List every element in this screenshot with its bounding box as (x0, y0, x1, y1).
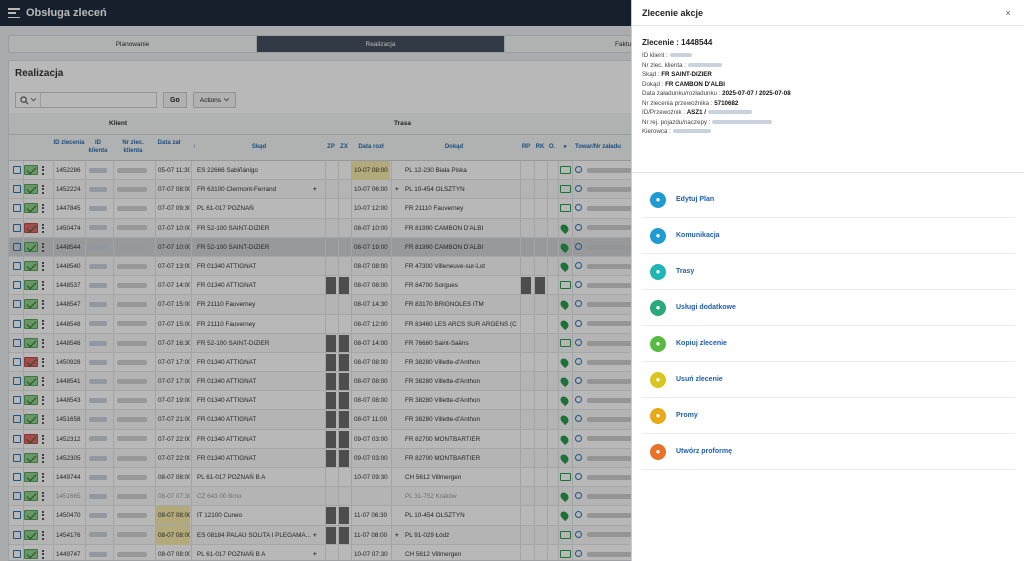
close-icon[interactable]: × (1002, 7, 1014, 19)
order-info: Zlecenie : 1448544 ID klient : Nr zlec. … (632, 26, 1024, 137)
info-skad: Skąd : FR SAINT-DIZIER (642, 71, 712, 78)
action-label: Usuń zlecenie (676, 376, 723, 383)
info-nr-zlec-klienta: Nr zlec. klienta : (642, 61, 1014, 71)
services-icon: ● (650, 299, 666, 316)
action-item[interactable]: ● Trasy (642, 254, 1015, 290)
action-label: Promy (676, 412, 698, 419)
action-label: Utwórz proformę (676, 448, 732, 455)
action-item[interactable]: ● Usuń zlecenie (642, 362, 1015, 398)
order-number: Zlecenie : 1448544 (642, 38, 713, 47)
info-data: Data załadunku/rozładunku : 2025-07-07 /… (642, 90, 791, 97)
action-item[interactable]: ● Promy (642, 398, 1015, 434)
modal-overlay[interactable] (0, 0, 631, 561)
copy-icon: ● (650, 335, 666, 352)
order-actions-drawer: Zlecenie akcje × Zlecenie : 1448544 ID k… (631, 0, 1024, 561)
route-icon: ● (650, 263, 666, 280)
edit-plan-icon: ● (650, 191, 666, 208)
mail-icon: ● (650, 227, 666, 244)
invoice-icon: ● (650, 443, 666, 460)
action-label: Trasy (676, 268, 695, 275)
action-item[interactable]: ● Utwórz proformę (642, 434, 1015, 470)
action-item[interactable]: ● Komunikacja (642, 218, 1015, 254)
info-id-klient: ID klient : (642, 51, 1014, 61)
info-nr-rej: Nr rej. pojazdu/naczepy : (642, 118, 1014, 128)
action-label: Komunikacja (676, 232, 720, 239)
drawer-title: Zlecenie akcje (642, 7, 704, 18)
drawer-header: Zlecenie akcje × (632, 0, 1024, 26)
lock-icon: ● (650, 407, 666, 424)
trash-icon: ● (650, 371, 666, 388)
divider (632, 172, 1024, 173)
action-item[interactable]: ● Edytuj Plan (642, 182, 1015, 218)
info-nr-przewoznika: Nr zlecenia przewoźnika : 5710682 (642, 99, 739, 107)
info-kierowca: Kierowca : (642, 127, 1014, 137)
action-item[interactable]: ● Kopiuj zlecenie (642, 326, 1015, 362)
info-przewoznik: ID/Przewoźnik : ASZ1 / (642, 108, 1014, 118)
action-label: Usługi dodatkowe (676, 304, 736, 311)
action-label: Edytuj Plan (676, 196, 715, 203)
action-item[interactable]: ● Usługi dodatkowe (642, 290, 1015, 326)
action-label: Kopiuj zlecenie (676, 340, 727, 347)
info-dokad: Dokąd : FR CAMBON D'ALBI (642, 80, 725, 88)
actions-list: ● Edytuj Plan ● Komunikacja ● Trasy ● Usług… (642, 182, 1015, 470)
